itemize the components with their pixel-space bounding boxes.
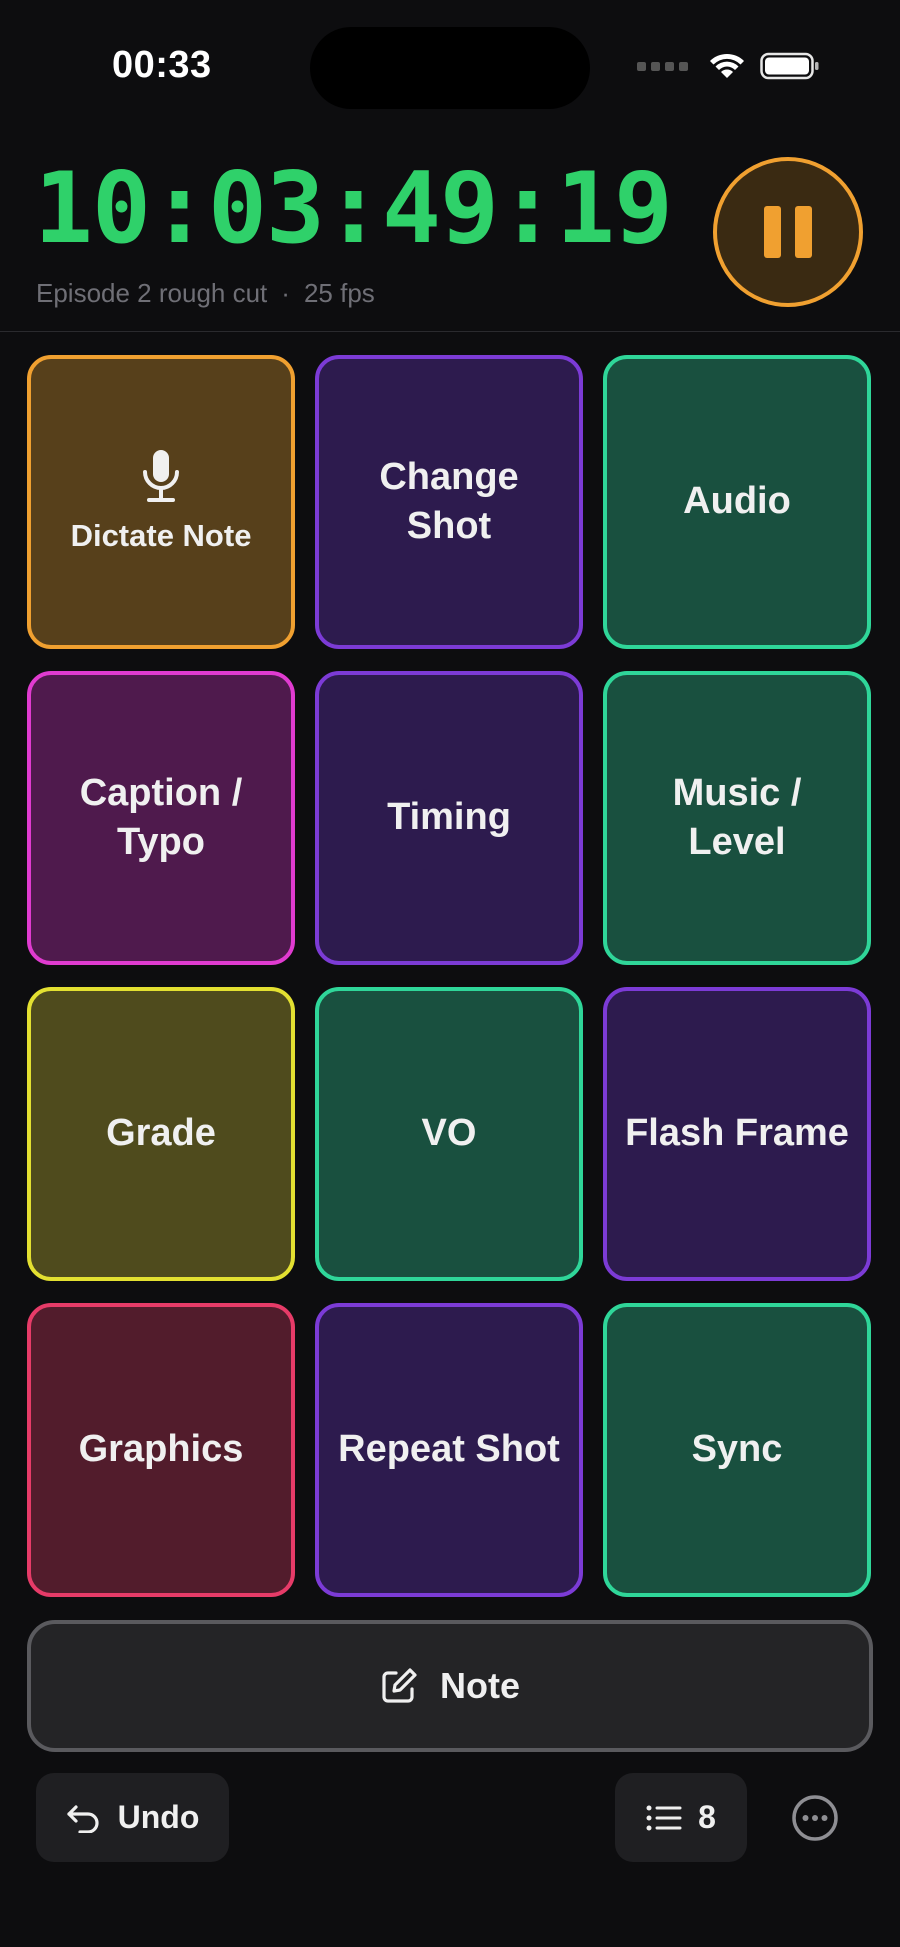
undo-button[interactable]: Undo [36,1773,229,1862]
tile-change-shot[interactable]: Change Shot [315,355,583,649]
status-icons [637,52,820,80]
tile-repeat-shot[interactable]: Repeat Shot [315,1303,583,1597]
session-subtitle: Episode 2 rough cut · 25 fps [36,278,375,309]
tile-label: Change Shot [379,455,519,547]
frame-rate: 25 fps [303,278,375,308]
tile-sync[interactable]: Sync [603,1303,871,1597]
list-icon [646,1805,682,1830]
timecode-display: 10:03:49:19 [34,152,673,266]
tile-label: Repeat Shot [338,1428,560,1471]
signal-icon [637,61,688,71]
more-circle-icon [792,1795,838,1841]
tile-label: Audio [683,480,791,523]
notes-list-button[interactable]: 8 [615,1773,747,1862]
screen: 00:33 10:03:49:19 Episode 2 rough cut · … [0,0,900,1947]
tile-label: Music / Level [672,771,802,863]
header-divider [0,331,900,332]
tile-vo[interactable]: VO [315,987,583,1281]
dynamic-island [310,27,590,109]
tile-audio[interactable]: Audio [603,355,871,649]
tile-label: Timing [387,796,511,839]
tile-label: Dictate Note [70,517,252,553]
tile-label: Flash Frame [625,1112,849,1155]
status-time: 00:33 [112,44,212,86]
battery-icon [760,52,819,80]
tile-timing[interactable]: Timing [315,671,583,965]
tile-flash-frame[interactable]: Flash Frame [603,987,871,1281]
tile-music-level[interactable]: Music / Level [603,671,871,965]
wifi-icon [710,53,744,78]
note-button[interactable]: Note [27,1620,873,1752]
status-bar: 00:33 [0,0,900,130]
tile-label: Graphics [78,1428,244,1471]
marker-grid: Dictate Note Change Shot Audio Caption /… [27,355,873,1597]
undo-label: Undo [117,1799,200,1835]
tile-label: VO [421,1112,477,1155]
more-button[interactable] [791,1794,839,1842]
project-name: Episode 2 rough cut [36,278,268,308]
pause-button[interactable] [713,157,863,307]
tile-caption-typo[interactable]: Caption / Typo [27,671,295,965]
tile-dictate-note[interactable]: Dictate Note [27,355,295,649]
tile-grade[interactable]: Grade [27,987,295,1281]
tile-label: Grade [106,1112,216,1155]
tile-graphics[interactable]: Graphics [27,1303,295,1597]
pause-icon [764,206,781,258]
undo-arrow-icon [67,1804,99,1833]
compose-icon [382,1668,417,1703]
tile-label: Sync [691,1428,783,1471]
note-label: Note [440,1665,520,1706]
notes-count: 8 [698,1799,716,1835]
microphone-icon [143,449,179,502]
tile-label: Caption / Typo [79,771,243,863]
subtitle-separator: · [281,278,290,308]
